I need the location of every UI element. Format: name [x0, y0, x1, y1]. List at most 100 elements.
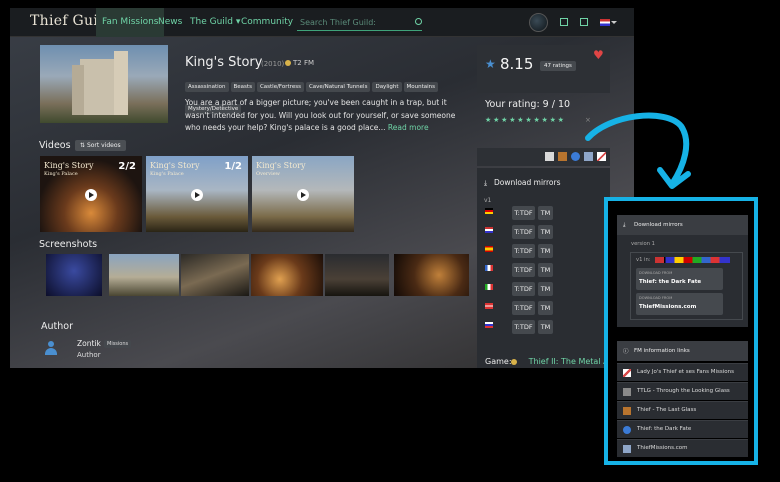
video-title: King's Story: [256, 161, 306, 170]
screenshot-thumbnail[interactable]: [109, 254, 179, 296]
info-link-row[interactable]: TTLG - Through the Looking Glass: [617, 382, 748, 400]
info-link-row[interactable]: Thief - The Last Glass: [617, 401, 748, 419]
tag[interactable]: Beasts: [230, 82, 255, 92]
rating-box: ★ 8.15 47 ratings ♥: [477, 45, 610, 93]
video-subtitle: Overview: [256, 171, 280, 177]
it-flag-icon: [485, 284, 493, 290]
tdf-icon: [623, 426, 631, 434]
tm-icon[interactable]: [545, 152, 554, 161]
pl-flag-icon: [485, 303, 493, 309]
search-icon[interactable]: [415, 18, 422, 25]
inset-info-title: FM information links: [634, 348, 690, 354]
read-more-link[interactable]: Read more: [388, 123, 429, 132]
screenshot-thumbnail[interactable]: [46, 254, 102, 296]
messages-icon[interactable]: [560, 18, 568, 26]
en-flag-icon: [485, 227, 493, 233]
screenshot-thumbnail[interactable]: [251, 254, 323, 296]
rating-score: 8.15: [500, 55, 534, 73]
tdf-icon[interactable]: [571, 152, 580, 161]
mirror-tdf-button[interactable]: T:TDF: [512, 282, 535, 296]
info-link-label: Thief: the Dark Fate: [637, 426, 692, 432]
video-thumbnail[interactable]: King's Story Overview: [252, 156, 354, 232]
mission-title: King's Story: [185, 55, 263, 70]
author-badge: Missions: [104, 340, 132, 348]
info-link-label: TTLG - Through the Looking Glass: [637, 388, 730, 394]
screenshot-thumbnail[interactable]: [394, 254, 469, 296]
site-screenshot: Thief Guild Fan Missions News The Guild …: [10, 8, 634, 368]
video-thumbnail[interactable]: King's Story King's Palace 1/2: [146, 156, 248, 232]
info-link-row[interactable]: ThiefMissions.com: [617, 439, 748, 457]
top-navbar: Thief Guild Fan Missions News The Guild …: [10, 8, 634, 37]
nav-news[interactable]: News: [152, 8, 188, 37]
ru-flag-icon: [485, 322, 493, 328]
info-link-label: Thief - The Last Glass: [637, 407, 697, 413]
info-link-row[interactable]: Thief: the Dark Fate: [617, 420, 748, 438]
mirror-tm-button[interactable]: TM: [538, 263, 553, 277]
search-placeholder: Search Thief Guild:: [300, 18, 376, 27]
video-subtitle: King's Palace: [44, 171, 78, 177]
video-subtitle: King's Palace: [150, 171, 184, 177]
game-label: Game:: [485, 357, 512, 366]
screenshot-thumbnail[interactable]: [181, 254, 249, 296]
download-icon: ⤓: [623, 222, 626, 228]
inset-mirror-card[interactable]: DOWNLOAD FROM Thief: the Dark Fate: [636, 268, 723, 290]
video-thumbnail[interactable]: King's Story King's Palace 2/2: [40, 156, 142, 232]
game-coin-icon: [511, 359, 517, 365]
mirror-tm-button[interactable]: TM: [538, 206, 553, 220]
play-icon[interactable]: [297, 189, 309, 201]
chevron-down-icon[interactable]: [611, 21, 617, 24]
inset-version-label: version 1: [631, 241, 655, 247]
mirror-kicker: DOWNLOAD FROM: [639, 271, 673, 275]
mirror-tdf-button[interactable]: T:TDF: [512, 206, 535, 220]
tag[interactable]: Mountains: [403, 82, 439, 92]
mirror-tm-button[interactable]: TM: [538, 282, 553, 296]
annotation-arrow: [585, 112, 691, 189]
tlg-icon[interactable]: [558, 152, 567, 161]
version-label: v1: [484, 197, 492, 204]
castle-illustration: [72, 51, 128, 115]
game-line: Game: Thief II: The Metal Age: [485, 357, 619, 366]
sort-videos-label: Sort videos: [86, 142, 121, 149]
inset-mirror-card[interactable]: DOWNLOAD FROM ThiefMissions.com: [636, 293, 723, 315]
search-input[interactable]: Search Thief Guild:: [297, 16, 422, 31]
mirror-tm-button[interactable]: TM: [538, 225, 553, 239]
tag[interactable]: Assassination: [185, 82, 229, 92]
info-link-row[interactable]: Lady Jo's Thief et ses Fans Missions: [617, 363, 748, 381]
inset-download-title: Download mirrors: [634, 222, 683, 228]
fr-flag-icon: [485, 265, 493, 271]
nav-community[interactable]: Community: [235, 8, 299, 37]
mirror-tm-button[interactable]: TM: [538, 244, 553, 258]
mirror-name: Thief: the Dark Fate: [639, 279, 702, 285]
inset-version-box: v1 in: DOWNLOAD FROM Thief: the Dark Fat…: [630, 252, 743, 320]
inset-flags-row: [655, 257, 730, 263]
mission-year: (2010): [261, 60, 285, 68]
screenshot-strip: [39, 254, 469, 296]
screenshot-thumbnail[interactable]: [325, 254, 389, 296]
tag[interactable]: Castle/Fortress: [256, 82, 304, 92]
mirror-tdf-button[interactable]: T:TDF: [512, 244, 535, 258]
heart-icon[interactable]: ♥: [593, 48, 604, 62]
mirror-tdf-button[interactable]: T:TDF: [512, 320, 535, 334]
mirror-tm-button[interactable]: TM: [538, 301, 553, 315]
mission-description: You are a part of a bigger picture; you'…: [185, 97, 460, 135]
logout-icon[interactable]: [580, 18, 588, 26]
video-part: 2/2: [118, 161, 136, 172]
game-short-label[interactable]: T2 FM: [293, 59, 314, 67]
play-icon[interactable]: [191, 189, 203, 201]
user-avatar[interactable]: [529, 13, 548, 32]
sort-videos-button[interactable]: ⇅ Sort videos: [75, 140, 126, 151]
author-name[interactable]: Zontik: [77, 339, 101, 348]
info-link-label: Lady Jo's Thief et ses Fans Missions: [637, 369, 735, 375]
inset-info-header: ⓘ FM information links: [617, 341, 748, 361]
mirror-tdf-button[interactable]: T:TDF: [512, 263, 535, 277]
mirror-tdf-button[interactable]: T:TDF: [512, 225, 535, 239]
language-flag-icon[interactable]: [600, 19, 610, 26]
inset-download-header: ⤓ Download mirrors: [617, 215, 748, 235]
mirror-tdf-button[interactable]: T:TDF: [512, 301, 535, 315]
play-icon[interactable]: [85, 189, 97, 201]
zoom-inset: ⤓ Download mirrors version 1 v1 in: DOWN…: [604, 197, 758, 465]
tag[interactable]: Daylight: [372, 82, 402, 92]
tag[interactable]: Cave/Natural Tunnels: [305, 82, 371, 92]
mirror-tm-button[interactable]: TM: [538, 320, 553, 334]
rating-stars-input[interactable]: ★★★★★★★★★★: [485, 116, 566, 124]
